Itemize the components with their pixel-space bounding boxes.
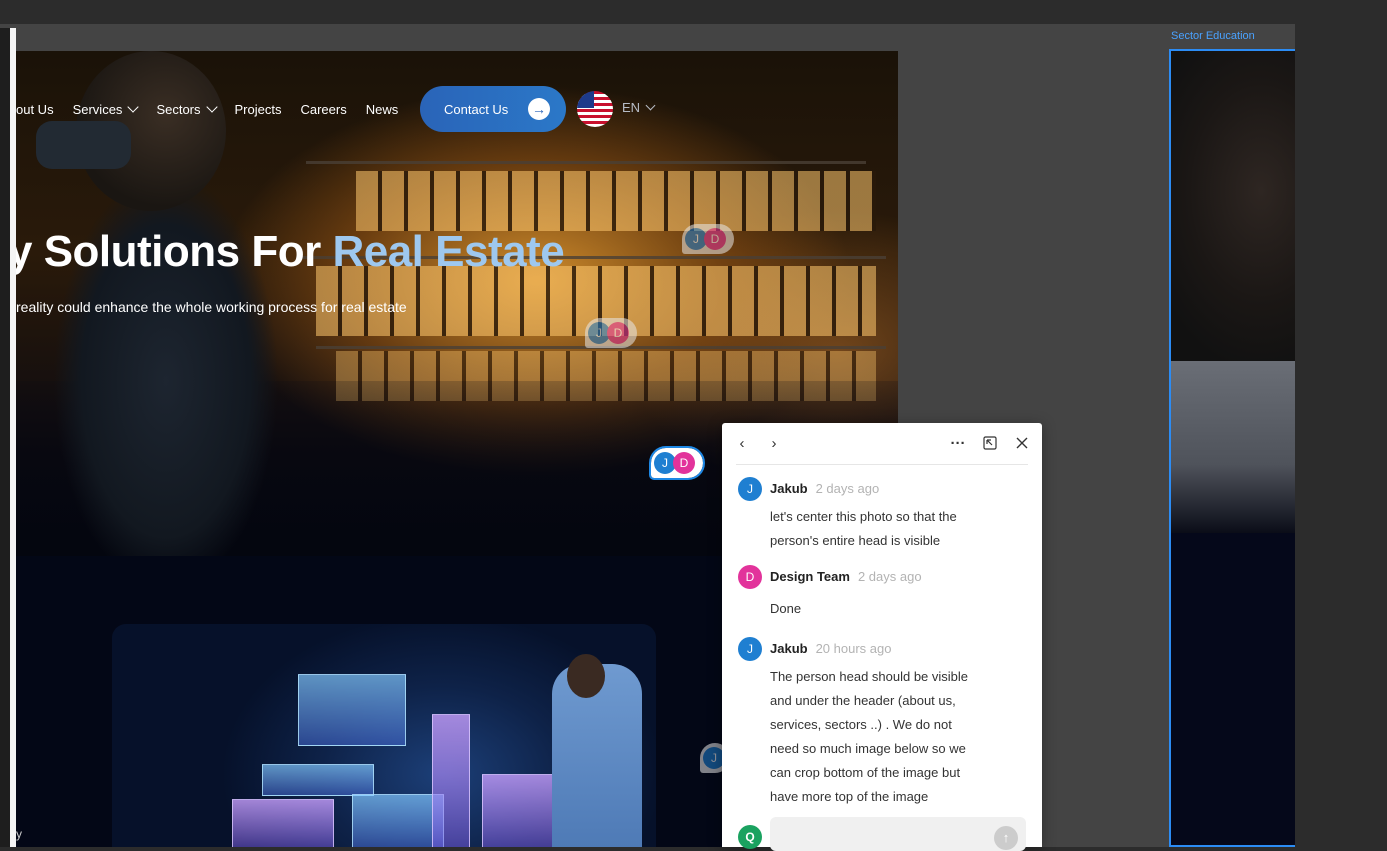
language-selector[interactable]: EN [622, 100, 656, 115]
comment-line: Done [770, 601, 802, 616]
send-button[interactable]: ↑ [994, 826, 1018, 850]
comment-line: let's center this photo so that the [770, 509, 957, 524]
comment-marker-selected[interactable]: J D [649, 446, 705, 480]
author-name: Jakub [770, 481, 808, 496]
hologram-platform [262, 764, 374, 796]
hero-title: y Solutions For Real Estate [16, 227, 565, 277]
comment-line: can crop bottom of the image but [770, 765, 961, 780]
chevron-right-icon[interactable]: › [762, 431, 786, 455]
hero-title-prefix: y Solutions For [16, 227, 333, 276]
nav-careers[interactable]: Careers [300, 102, 346, 117]
avatar: D [704, 228, 726, 250]
nav-projects[interactable]: Projects [235, 102, 282, 117]
vr-headset [36, 121, 131, 169]
panel-divider [736, 464, 1028, 465]
footer-fragment: y [16, 827, 22, 841]
comment-body: let's center this photo so that the pers… [770, 505, 1000, 553]
hologram-building [298, 674, 406, 746]
avatar: J [738, 637, 762, 661]
author-name: Jakub [770, 641, 808, 656]
comment-marker[interactable]: J D [585, 318, 637, 348]
us-flag-icon[interactable] [577, 91, 613, 127]
avatar: J [738, 477, 762, 501]
arrow-right-icon: → [528, 98, 550, 120]
contact-us-label: Contact Us [444, 101, 509, 117]
nav-projects-label: Projects [234, 101, 282, 117]
comment-author: Design Team 2 days ago [770, 569, 922, 584]
contact-us-button[interactable]: Contact Us → [420, 86, 566, 132]
comment-author: Jakub 2 days ago [770, 481, 879, 496]
nav-services[interactable]: Services [72, 100, 140, 117]
comment-line: services, sectors ..) . We do not [770, 717, 952, 732]
main-nav: out Us Services Sectors Projects Careers… [16, 91, 417, 127]
chevron-down-icon [645, 100, 656, 111]
nav-news-label: News [365, 101, 399, 117]
frame-photo-shirt [1171, 361, 1295, 533]
hologram-tower [432, 714, 470, 847]
comment-line: need so much image below so we [770, 741, 966, 756]
hologram-block-mid [352, 794, 444, 847]
comment-time: 2 days ago [857, 569, 922, 584]
nav-about-us-label: out Us [16, 101, 54, 117]
reply-input[interactable] [770, 817, 1026, 851]
avatar: D [607, 322, 629, 344]
hero-subtitle: reality could enhance the whole working … [16, 299, 407, 315]
man-head [567, 654, 605, 698]
building-windows-upper [356, 171, 876, 231]
building-roof-line [306, 161, 866, 164]
comment-time: 20 hours ago [815, 641, 892, 656]
vr-city-image [112, 624, 656, 847]
right-gutter [1295, 24, 1387, 847]
hologram-block-left [232, 799, 334, 847]
avatar: D [738, 565, 762, 589]
current-user-avatar: Q [738, 825, 762, 849]
flag-canton [577, 91, 594, 108]
chevron-left-icon[interactable]: ‹ [730, 431, 754, 455]
comment-thread-panel: ‹ › ··· J Jakub 2 days ago let's center t… [722, 423, 1042, 851]
comment-line: The person head should be visible [770, 669, 969, 684]
comment-body: The person head should be visible and un… [770, 665, 1000, 809]
open-in-sidebar-icon[interactable] [978, 431, 1002, 455]
chevron-down-icon [205, 100, 218, 113]
nav-careers-label: Careers [300, 101, 347, 117]
author-name: Design Team [770, 569, 850, 584]
nav-about-us[interactable]: out Us [16, 102, 54, 117]
panel-toolbar: ‹ › ··· [722, 423, 1042, 464]
comment-time: 2 days ago [815, 481, 880, 496]
comment-line: person's entire head is visible [770, 533, 941, 548]
comment-line: and under the header (about us, [770, 693, 956, 708]
language-label: EN [622, 100, 641, 115]
more-options-icon[interactable]: ··· [946, 431, 970, 455]
nav-sectors[interactable]: Sectors [156, 100, 218, 117]
frame-label[interactable]: Sector Education [1171, 30, 1255, 42]
chevron-down-icon [127, 100, 140, 113]
hero-title-accent: Real Estate [332, 227, 565, 276]
nav-sectors-label: Sectors [156, 101, 201, 117]
avatar: D [673, 452, 695, 474]
comment-author: Jakub 20 hours ago [770, 641, 891, 656]
close-icon[interactable] [1010, 431, 1034, 455]
comment-line: have more top of the image [770, 789, 929, 804]
sector-education-frame[interactable] [1169, 49, 1295, 847]
comment-body: Done [770, 597, 1000, 621]
left-panel-edge [0, 28, 10, 847]
comment-marker[interactable]: J D [682, 224, 734, 254]
top-toolbar [0, 0, 1387, 24]
nav-services-label: Services [72, 101, 123, 117]
nav-news[interactable]: News [366, 102, 399, 117]
